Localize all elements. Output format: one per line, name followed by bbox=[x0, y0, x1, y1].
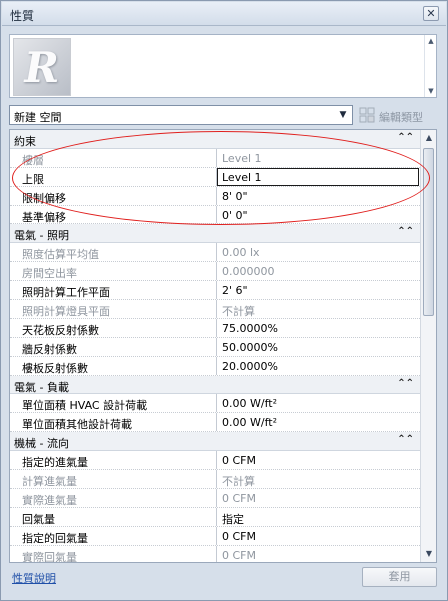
property-value: 0.000000 bbox=[222, 265, 275, 279]
type-selector-dropdown[interactable]: 新建 空間 ▼ bbox=[9, 105, 353, 125]
property-value: 0 CFM bbox=[222, 491, 256, 505]
property-value[interactable]: 8' 0" bbox=[218, 187, 420, 205]
collapse-icon[interactable]: ⌃⌃ bbox=[397, 378, 414, 389]
edit-type-icon bbox=[359, 107, 375, 123]
window-title: 性質 bbox=[10, 9, 35, 23]
property-name: 實際回氣量 bbox=[10, 545, 217, 562]
property-row[interactable]: 照度估算平均值 0.00 lx bbox=[10, 243, 420, 263]
property-name: 單位面積 HVAC 設計荷載 bbox=[10, 394, 217, 413]
properties-grid-rows: 約束 ⌃⌃ 樓層 Level 1 上限 Level 1 限制偏移 8' 0" 基準偏移 0' 0"… bbox=[10, 130, 420, 562]
property-name: 限制偏移 bbox=[10, 186, 217, 205]
property-row[interactable]: 樓板反射係數 20.0000% bbox=[10, 356, 420, 376]
property-value[interactable]: 20.0000% bbox=[218, 357, 420, 375]
property-name: 回氣量 bbox=[10, 507, 217, 526]
collapse-icon[interactable]: ⌃⌃ bbox=[397, 132, 414, 143]
property-value[interactable]: 0.00 W/ft² bbox=[218, 394, 420, 412]
type-selector-value: 新建 空間 bbox=[14, 111, 62, 124]
property-name: 天花板反射係數 bbox=[10, 318, 217, 337]
property-name: 房間空出率 bbox=[10, 262, 217, 281]
property-row[interactable]: 單位面積其他設計荷載 0.00 W/ft² bbox=[10, 413, 420, 433]
property-row[interactable]: 房間空出率 0.000000 bbox=[10, 262, 420, 282]
property-row[interactable]: 照明計算工作平面 2' 6" bbox=[10, 281, 420, 301]
scroll-down-icon[interactable]: ▼ bbox=[425, 85, 437, 97]
title-bar[interactable]: 性質 ✕ bbox=[2, 2, 446, 26]
property-row[interactable]: 樓層 Level 1 bbox=[10, 148, 420, 168]
property-name: 單位面積其他設計荷載 bbox=[10, 413, 217, 432]
property-name: 上限 bbox=[10, 167, 217, 186]
scrollbar-thumb[interactable] bbox=[423, 148, 434, 316]
preview-scrollbar[interactable]: ▲ ▼ bbox=[424, 35, 436, 97]
category-header[interactable]: 電氣 - 負載 ⌃⌃ bbox=[10, 375, 420, 395]
property-value[interactable]: 0.00 W/ft² bbox=[218, 413, 420, 431]
properties-grid: 約束 ⌃⌃ 樓層 Level 1 上限 Level 1 限制偏移 8' 0" 基準偏移 0' 0"… bbox=[9, 129, 437, 563]
category-header[interactable]: 約束 ⌃⌃ bbox=[10, 130, 420, 149]
property-value: 不計算 bbox=[222, 305, 255, 318]
property-name: 指定的進氣量 bbox=[10, 451, 217, 470]
category-label: 電氣 - 負載 bbox=[14, 380, 69, 394]
property-name: 指定的回氣量 bbox=[10, 526, 217, 545]
property-value: 不計算 bbox=[222, 475, 255, 488]
scroll-up-icon[interactable]: ▲ bbox=[425, 35, 437, 47]
apply-button[interactable]: 套用 bbox=[362, 567, 437, 587]
property-row[interactable]: 指定的回氣量 0 CFM bbox=[10, 526, 420, 546]
property-value[interactable]: 0 CFM bbox=[218, 527, 420, 545]
property-name: 照明計算燈具平面 bbox=[10, 300, 217, 318]
category-header[interactable]: 電氣 - 照明 ⌃⌃ bbox=[10, 224, 420, 244]
property-value[interactable]: 0 CFM bbox=[218, 451, 420, 469]
edit-type-button[interactable]: 編輯類型 bbox=[359, 105, 441, 125]
chevron-down-icon[interactable]: ▼ bbox=[335, 107, 351, 123]
collapse-icon[interactable]: ⌃⌃ bbox=[397, 434, 414, 445]
grid-scrollbar[interactable]: ▲ ▼ bbox=[420, 130, 436, 562]
property-row[interactable]: 照明計算燈具平面 不計算 bbox=[10, 300, 420, 319]
property-row[interactable]: 計算進氣量 不計算 bbox=[10, 470, 420, 489]
property-name: 照度估算平均值 bbox=[10, 243, 217, 262]
category-label: 機械 - 流向 bbox=[14, 437, 69, 451]
edit-type-label: 編輯類型 bbox=[379, 111, 423, 124]
property-row[interactable]: 回氣量 指定 bbox=[10, 507, 420, 527]
property-value: 0.00 lx bbox=[222, 246, 260, 260]
property-row[interactable]: 單位面積 HVAC 設計荷載 0.00 W/ft² bbox=[10, 394, 420, 414]
properties-help-link[interactable]: 性質說明 bbox=[12, 570, 56, 586]
scroll-up-icon[interactable]: ▲ bbox=[421, 130, 436, 146]
property-name: 照明計算工作平面 bbox=[10, 281, 217, 300]
revit-logo-icon: R bbox=[13, 38, 71, 96]
property-value[interactable]: 0' 0" bbox=[218, 206, 420, 224]
category-label: 電氣 - 照明 bbox=[14, 229, 69, 243]
property-name: 樓層 bbox=[10, 148, 217, 167]
property-value: 0 CFM bbox=[222, 548, 256, 562]
property-name: 實際進氣量 bbox=[10, 488, 217, 507]
type-preview: R ▲ ▼ bbox=[9, 34, 437, 98]
property-value[interactable]: 指定 bbox=[218, 508, 420, 526]
collapse-icon[interactable]: ⌃⌃ bbox=[397, 226, 414, 237]
property-name: 計算進氣量 bbox=[10, 470, 217, 488]
property-row[interactable]: 實際進氣量 0 CFM bbox=[10, 488, 420, 508]
scroll-down-icon[interactable]: ▼ bbox=[421, 546, 436, 562]
property-name: 牆反射係數 bbox=[10, 337, 217, 356]
close-button[interactable]: ✕ bbox=[423, 6, 439, 21]
property-row[interactable]: 限制偏移 8' 0" bbox=[10, 186, 420, 206]
property-value: Level 1 bbox=[222, 151, 262, 165]
property-value[interactable]: 50.0000% bbox=[218, 338, 420, 356]
property-name: 基準偏移 bbox=[10, 205, 217, 224]
property-name: 樓板反射係數 bbox=[10, 356, 217, 375]
property-value-input[interactable]: Level 1 bbox=[217, 167, 419, 186]
category-header[interactable]: 機械 - 流向 ⌃⌃ bbox=[10, 432, 420, 452]
category-label: 約束 bbox=[14, 135, 36, 148]
property-row[interactable]: 天花板反射係數 75.0000% bbox=[10, 318, 420, 338]
property-value[interactable]: 2' 6" bbox=[218, 281, 420, 299]
property-value[interactable]: 75.0000% bbox=[218, 319, 420, 337]
property-row[interactable]: 牆反射係數 50.0000% bbox=[10, 337, 420, 357]
property-row[interactable]: 基準偏移 0' 0" bbox=[10, 205, 420, 225]
property-row[interactable]: 實際回氣量 0 CFM bbox=[10, 545, 420, 562]
property-row[interactable]: 指定的進氣量 0 CFM bbox=[10, 451, 420, 471]
property-row[interactable]: 上限 Level 1 bbox=[10, 167, 420, 187]
